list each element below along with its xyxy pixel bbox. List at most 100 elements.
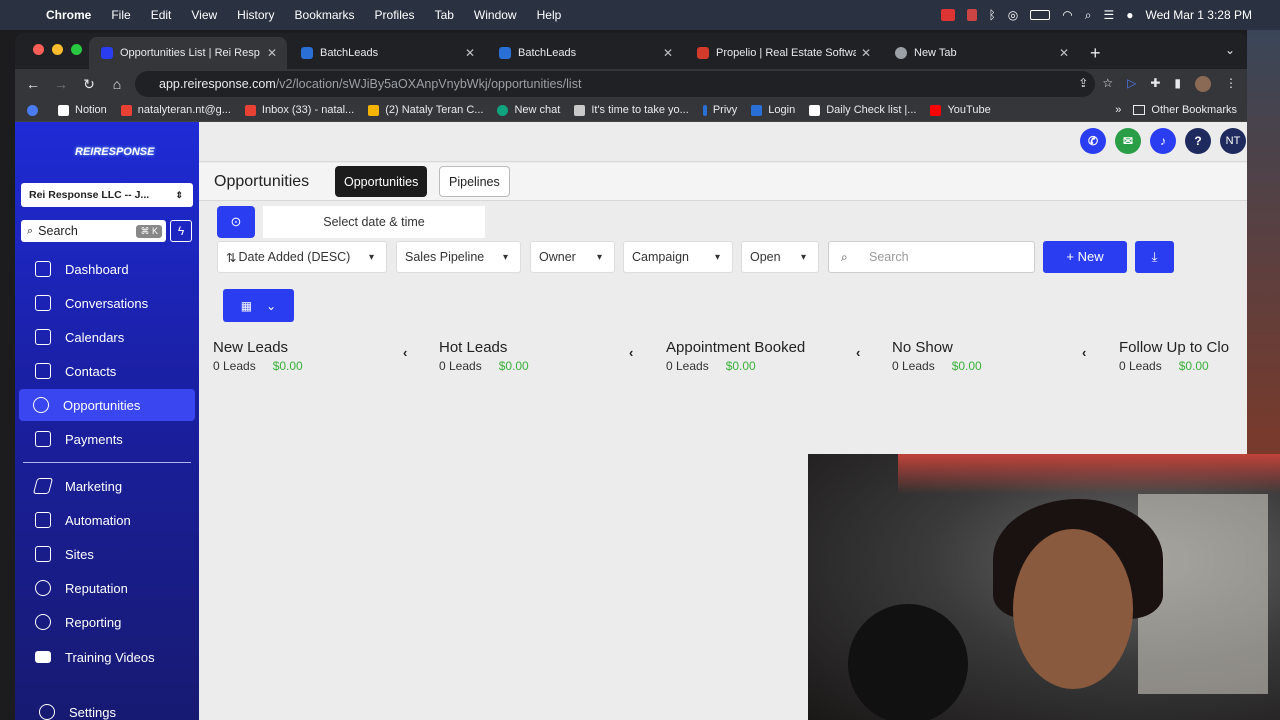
sidebar-item-calendars[interactable]: Calendars — [15, 321, 199, 353]
board-view-selector[interactable]: ▦ ⌄ — [223, 289, 294, 322]
side-panel-icon[interactable]: ▮ — [1174, 76, 1181, 92]
menubar-profiles[interactable]: Profiles — [375, 8, 415, 22]
browser-tab[interactable]: BatchLeads ✕ — [289, 37, 485, 69]
sidebar-item-marketing[interactable]: Marketing — [15, 470, 199, 502]
owner-dropdown[interactable]: Owner ▾ — [530, 241, 615, 273]
sidebar-search[interactable]: ⌕ Search ⌘ K — [21, 220, 166, 242]
spotlight-search-icon[interactable]: ⌕ — [1085, 8, 1092, 23]
profile-avatar[interactable] — [1195, 76, 1211, 92]
close-tab-icon[interactable]: ✕ — [861, 46, 871, 60]
account-switcher[interactable]: Rei Response LLC -- J... ⇕ — [21, 183, 193, 207]
sidebar-item-reporting[interactable]: Reporting — [15, 606, 199, 638]
bookmark-item[interactable]: Daily Check list |... — [809, 104, 916, 116]
location-pin-icon[interactable] — [27, 104, 44, 116]
sidebar-item-contacts[interactable]: Contacts — [15, 355, 199, 387]
status-dropdown[interactable]: Open ▾ — [741, 241, 819, 273]
browser-tab[interactable]: Opportunities List | Rei Respon ✕ — [89, 37, 287, 69]
close-tab-icon[interactable]: ✕ — [267, 46, 277, 60]
collapse-chevron-left-icon[interactable]: ‹ — [403, 345, 407, 360]
bookmark-item[interactable]: (2) Nataly Teran C... — [368, 104, 483, 116]
new-opportunity-button[interactable]: + New — [1043, 241, 1127, 273]
close-tab-icon[interactable]: ✕ — [1059, 46, 1069, 60]
sidebar-item-opportunities[interactable]: Opportunities — [19, 389, 195, 421]
close-tab-icon[interactable]: ✕ — [465, 46, 475, 60]
bookmark-item[interactable]: It's time to take yo... — [574, 104, 689, 116]
opportunities-search-input[interactable]: ⌕ Search — [828, 241, 1035, 273]
collapse-chevron-left-icon[interactable]: ‹ — [856, 345, 860, 360]
menubar-file[interactable]: File — [111, 8, 130, 22]
menubar-bookmarks[interactable]: Bookmarks — [295, 8, 355, 22]
bluetooth-icon[interactable]: ᛒ — [989, 8, 996, 22]
siri-icon[interactable]: ● — [1126, 8, 1133, 22]
menubar-edit[interactable]: Edit — [151, 8, 172, 22]
sidebar-item-sites[interactable]: Sites — [15, 538, 199, 570]
sidebar-item-settings[interactable]: Settings — [15, 696, 199, 720]
campaign-dropdown[interactable]: Campaign ▾ — [623, 241, 733, 273]
reload-button[interactable]: ↻ — [75, 76, 103, 93]
record-icon[interactable] — [940, 9, 955, 21]
tab-opportunities[interactable]: Opportunities — [335, 166, 428, 197]
address-bar[interactable]: app.reiresponse.com/v2/location/sWJiBy5a… — [135, 71, 1095, 97]
forward-button[interactable]: → — [47, 76, 75, 92]
sidebar-item-automation[interactable]: Automation — [15, 504, 199, 536]
sidebar-item-conversations[interactable]: Conversations — [15, 287, 199, 319]
collapse-chevron-left-icon[interactable]: ‹ — [1082, 345, 1086, 360]
download-button[interactable]: ⤓ — [1135, 241, 1174, 273]
browser-tab[interactable]: Propelio | Real Estate Software ✕ — [685, 37, 881, 69]
sidebar-item-payments[interactable]: Payments — [15, 423, 199, 455]
minimize-window-button[interactable] — [52, 44, 63, 55]
extensions-puzzle-icon[interactable]: ✚ — [1150, 76, 1160, 92]
menubar-clock[interactable]: Wed Mar 1 3:28 PM — [1146, 8, 1253, 22]
control-center-icon[interactable]: ☰ — [1103, 8, 1114, 22]
sort-dropdown[interactable]: ⇅ Date Added (DESC) ▾ — [217, 241, 387, 273]
collapse-chevron-left-icon[interactable]: ‹ — [629, 345, 633, 360]
menubar-tab[interactable]: Tab — [435, 8, 454, 22]
bookmark-star-icon[interactable]: ☆ — [1102, 76, 1113, 92]
close-tab-icon[interactable]: ✕ — [663, 46, 673, 60]
menubar-window[interactable]: Window — [474, 8, 517, 22]
bell-icon[interactable]: ♪ — [1150, 128, 1176, 154]
close-window-button[interactable] — [33, 44, 44, 55]
sidebar-item-reputation[interactable]: Reputation — [15, 572, 199, 604]
back-button[interactable]: ← — [19, 76, 47, 92]
bookmark-item[interactable]: YouTube — [930, 104, 991, 116]
sidebar-item-training-videos[interactable]: Training Videos — [15, 641, 199, 673]
camera-icon[interactable] — [966, 9, 977, 21]
bookmark-item[interactable]: New chat — [497, 104, 560, 116]
bookmark-item[interactable]: Notion — [58, 104, 107, 116]
menubar-app-name[interactable]: Chrome — [46, 8, 91, 22]
menubar-tray: ᛒ ◎ ◠ ⌕ ☰ ● Wed Mar 1 3:28 PM — [940, 0, 1253, 30]
other-bookmarks[interactable]: » Other Bookmarks — [1115, 104, 1237, 116]
menubar-help[interactable]: Help — [537, 8, 562, 22]
home-button[interactable]: ⌂ — [103, 76, 131, 92]
date-range-picker[interactable]: Select date & time — [263, 206, 485, 238]
airdrop-icon[interactable]: ◎ — [1008, 8, 1018, 22]
new-tab-button[interactable]: + — [1090, 43, 1101, 64]
battery-icon[interactable] — [1030, 10, 1051, 20]
browser-tab[interactable]: New Tab ✕ — [883, 37, 1079, 69]
chevron-double-right-icon[interactable]: » — [1115, 104, 1121, 116]
megaphone-icon[interactable]: ✉ — [1115, 128, 1141, 154]
view-toggle-button[interactable]: ⊙ — [217, 206, 255, 238]
maximize-window-button[interactable] — [71, 44, 82, 55]
quick-actions-bolt-icon[interactable]: ϟ — [170, 220, 192, 242]
bookmark-item[interactable]: Inbox (33) - natal... — [244, 104, 354, 116]
tab-pipelines[interactable]: Pipelines — [439, 166, 510, 197]
menubar-history[interactable]: History — [237, 8, 274, 22]
phone-icon[interactable]: ✆ — [1080, 128, 1106, 154]
extension-play-icon[interactable]: ▷ — [1127, 76, 1136, 92]
bookmark-item[interactable]: natalyteran.nt@g... — [120, 104, 231, 116]
sidebar-item-dashboard[interactable]: Dashboard — [15, 253, 199, 285]
share-icon[interactable]: ⇪ — [1078, 76, 1088, 92]
pipeline-dropdown[interactable]: Sales Pipeline ▾ — [396, 241, 521, 273]
bookmark-item[interactable]: Privy — [702, 104, 737, 116]
browser-menu-icon[interactable]: ⋮ — [1225, 76, 1237, 92]
wifi-icon[interactable]: ◠ — [1062, 8, 1072, 22]
tab-search-chevron-icon[interactable]: ⌄ — [1225, 43, 1235, 57]
avatar[interactable]: NT — [1220, 128, 1246, 154]
menubar-view[interactable]: View — [191, 8, 217, 22]
browser-tab[interactable]: BatchLeads ✕ — [487, 37, 683, 69]
pipeline-stage-column: New Leads 0 Leads $0.00 ‹ — [213, 339, 433, 379]
help-icon[interactable]: ? — [1185, 128, 1211, 154]
bookmark-item[interactable]: Login — [751, 104, 795, 116]
